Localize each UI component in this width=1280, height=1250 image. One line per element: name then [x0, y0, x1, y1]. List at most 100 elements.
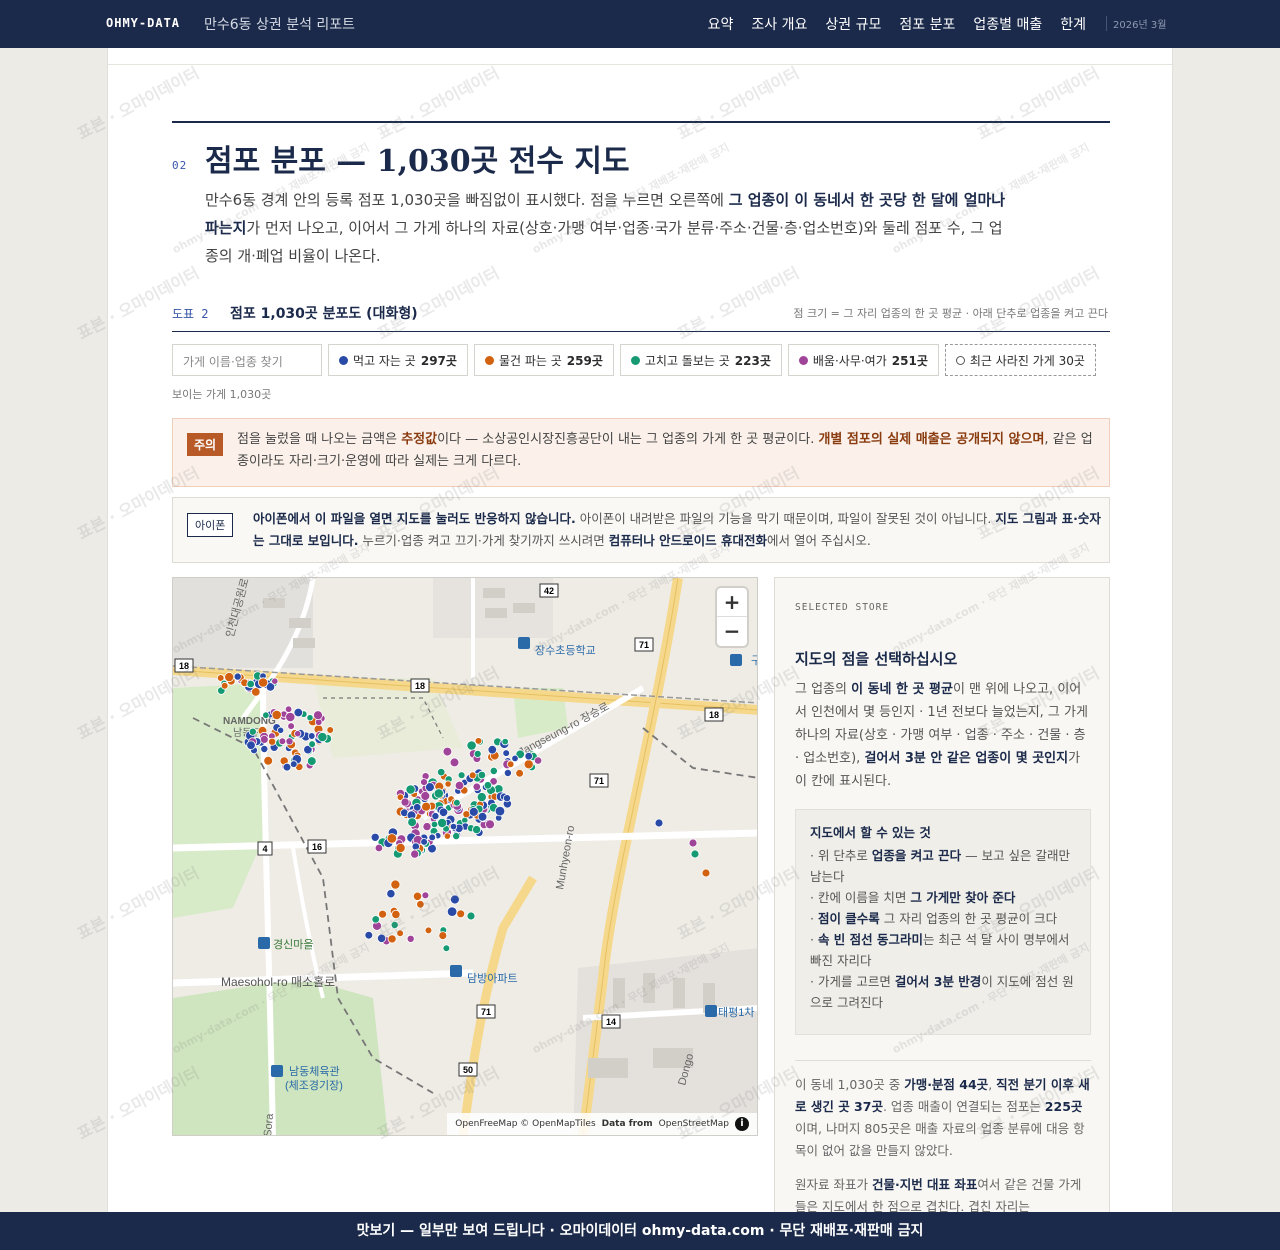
store-marker[interactable]: [442, 746, 453, 757]
store-marker[interactable]: [430, 820, 439, 829]
store-marker[interactable]: [515, 769, 524, 778]
store-marker[interactable]: [421, 891, 430, 900]
filter-chip-food[interactable]: 먹고 자는 곳 297곳: [328, 344, 468, 376]
map-canvas[interactable]: 42 71 18 18 18 71 4 16 71 14 50 장수초등학교 N…: [173, 578, 758, 1136]
zoom-in-button[interactable]: +: [717, 588, 747, 617]
store-marker[interactable]: [433, 788, 444, 799]
attribution-openfreemap[interactable]: OpenFreeMap © OpenMapTiles: [455, 1119, 595, 1129]
store-marker[interactable]: [494, 805, 506, 817]
store-marker[interactable]: [308, 740, 316, 748]
store-marker[interactable]: [503, 768, 512, 777]
store-marker[interactable]: [437, 817, 448, 828]
store-marker[interactable]: [262, 711, 270, 719]
attribution-osm[interactable]: OpenStreetMap: [659, 1119, 729, 1129]
store-marker[interactable]: [468, 771, 477, 780]
store-marker[interactable]: [473, 749, 482, 758]
nav-item-limits[interactable]: 한계: [1060, 14, 1086, 34]
store-marker[interactable]: [477, 770, 487, 780]
store-marker[interactable]: [472, 782, 481, 791]
store-marker[interactable]: [502, 794, 511, 803]
store-marker[interactable]: [307, 732, 316, 740]
store-marker[interactable]: [506, 760, 515, 769]
store-marker[interactable]: [248, 727, 257, 736]
store-marker[interactable]: [374, 843, 384, 853]
store-marker[interactable]: [224, 672, 235, 683]
store-marker[interactable]: [391, 909, 401, 919]
store-marker[interactable]: [533, 756, 543, 765]
store-marker[interactable]: [431, 812, 440, 821]
store-marker[interactable]: [654, 818, 664, 828]
store-marker[interactable]: [220, 681, 229, 690]
store-marker[interactable]: [260, 744, 269, 753]
store-map[interactable]: 42 71 18 18 18 71 4 16 71 14 50 장수초등학교 N…: [172, 577, 758, 1136]
store-marker[interactable]: [449, 894, 460, 905]
store-marker[interactable]: [405, 784, 416, 795]
store-marker[interactable]: [476, 792, 487, 803]
store-marker[interactable]: [285, 711, 296, 723]
store-marker[interactable]: [400, 797, 410, 807]
store-marker[interactable]: [444, 780, 452, 788]
store-marker[interactable]: [511, 754, 519, 763]
nav-item-summary[interactable]: 요약: [708, 14, 734, 34]
store-marker[interactable]: [307, 756, 317, 766]
store-marker[interactable]: [446, 906, 458, 917]
filter-chip-service[interactable]: 고치고 돌보는 곳 223곳: [619, 344, 782, 376]
store-marker[interactable]: [442, 944, 451, 953]
store-marker[interactable]: [258, 677, 269, 688]
store-marker[interactable]: [387, 934, 397, 944]
store-marker[interactable]: [420, 838, 428, 846]
store-marker[interactable]: [313, 710, 323, 721]
store-marker[interactable]: [371, 915, 380, 924]
store-marker[interactable]: [466, 740, 477, 751]
store-marker[interactable]: [437, 767, 446, 777]
store-marker[interactable]: [268, 737, 277, 746]
store-marker[interactable]: [282, 762, 292, 772]
store-marker[interactable]: [477, 812, 488, 822]
store-marker[interactable]: [485, 819, 495, 830]
store-marker[interactable]: [278, 737, 287, 746]
nav-item-scale[interactable]: 상권 규모: [825, 14, 881, 34]
info-icon[interactable]: i: [735, 1117, 749, 1131]
store-marker[interactable]: [438, 931, 448, 941]
store-marker[interactable]: [690, 849, 700, 859]
store-marker[interactable]: [326, 726, 335, 734]
store-marker[interactable]: [378, 909, 388, 919]
nav-item-overview[interactable]: 조사 개요: [751, 14, 807, 34]
store-marker[interactable]: [428, 833, 437, 842]
store-marker[interactable]: [501, 737, 509, 746]
store-marker[interactable]: [443, 832, 451, 840]
store-marker[interactable]: [287, 722, 295, 730]
store-marker[interactable]: [524, 751, 533, 761]
store-marker[interactable]: [306, 714, 314, 722]
store-marker[interactable]: [259, 734, 269, 744]
store-marker[interactable]: [701, 868, 711, 878]
store-marker[interactable]: [271, 677, 279, 685]
store-marker[interactable]: [396, 929, 404, 938]
store-marker[interactable]: [406, 934, 415, 943]
store-marker[interactable]: [454, 780, 465, 791]
store-marker[interactable]: [263, 756, 273, 766]
store-search-input[interactable]: 가게 이름·업종 찾기: [172, 344, 322, 376]
store-marker[interactable]: [489, 766, 498, 775]
store-marker[interactable]: [386, 833, 398, 844]
store-marker[interactable]: [246, 679, 255, 689]
store-marker[interactable]: [422, 822, 432, 832]
nav-item-distribution[interactable]: 점포 분포: [899, 14, 955, 34]
store-marker[interactable]: [424, 926, 433, 935]
store-marker[interactable]: [416, 900, 425, 909]
store-marker[interactable]: [523, 759, 534, 770]
store-marker[interactable]: [412, 891, 423, 901]
store-marker[interactable]: [456, 909, 466, 919]
store-marker[interactable]: [233, 672, 242, 681]
store-marker[interactable]: [688, 838, 698, 848]
store-marker[interactable]: [377, 933, 387, 943]
store-marker[interactable]: [412, 803, 422, 812]
store-marker[interactable]: [294, 730, 302, 738]
store-marker[interactable]: [285, 737, 294, 746]
filter-chip-retail[interactable]: 물건 파는 곳 259곳: [473, 344, 614, 376]
store-marker[interactable]: [468, 806, 479, 817]
store-marker[interactable]: [251, 687, 261, 697]
store-marker[interactable]: [420, 778, 428, 787]
store-marker[interactable]: [390, 879, 401, 890]
store-marker[interactable]: [449, 757, 460, 768]
